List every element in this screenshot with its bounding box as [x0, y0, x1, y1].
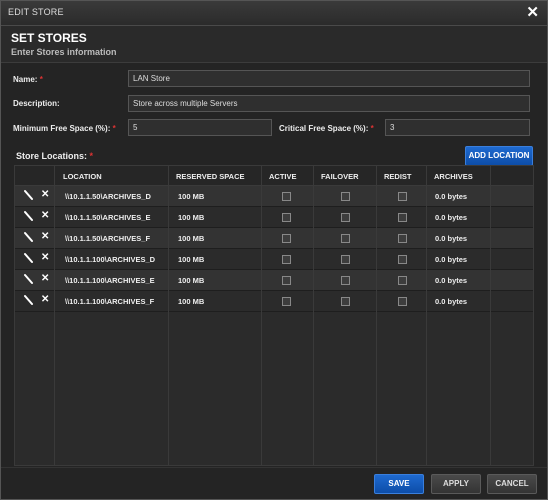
failover-checkbox[interactable]	[341, 213, 350, 222]
table-row[interactable]: ✕ \\10.1.1.50\ARCHIVES_D 100 MB 0.0 bytes	[15, 186, 533, 207]
min-free-required-mark: *	[112, 124, 116, 133]
pencil-icon[interactable]	[24, 294, 34, 306]
description-label: Description:	[13, 99, 60, 108]
redist-checkbox[interactable]	[398, 192, 407, 201]
edit-store-dialog: EDIT STORE ✕ SET STORES Enter Stores inf…	[0, 0, 548, 500]
close-icon[interactable]: ✕	[41, 232, 49, 242]
col-divider	[426, 166, 427, 465]
close-icon[interactable]: ✕	[41, 253, 49, 263]
crit-free-label-text: Critical Free Space (%):	[279, 124, 369, 133]
col-failover[interactable]: FAILOVER	[321, 172, 359, 181]
reserved-space-cell: 100 MB	[178, 276, 205, 285]
failover-checkbox[interactable]	[341, 255, 350, 264]
failover-checkbox[interactable]	[341, 297, 350, 306]
archives-cell: 0.0 bytes	[435, 213, 468, 222]
table-row[interactable]: ✕ \\10.1.1.100\ARCHIVES_E 100 MB 0.0 bytes	[15, 270, 533, 291]
archives-cell: 0.0 bytes	[435, 297, 468, 306]
reserved-space-cell: 100 MB	[178, 255, 205, 264]
redist-checkbox[interactable]	[398, 276, 407, 285]
location-cell: \\10.1.1.100\ARCHIVES_E	[65, 276, 155, 285]
archives-cell: 0.0 bytes	[435, 276, 468, 285]
table-header: LOCATION RESERVED SPACE ACTIVE FAILOVER …	[15, 166, 533, 186]
cancel-button[interactable]: CANCEL	[487, 474, 537, 494]
active-checkbox[interactable]	[282, 192, 291, 201]
archives-cell: 0.0 bytes	[435, 255, 468, 264]
active-checkbox[interactable]	[282, 297, 291, 306]
name-field[interactable]: LAN Store	[128, 70, 530, 87]
close-dialog-icon[interactable]: ✕	[526, 4, 539, 21]
store-locations-label: Store Locations: *	[16, 151, 93, 161]
store-locations-label-text: Store Locations:	[16, 151, 88, 161]
pencil-icon[interactable]	[24, 231, 34, 243]
close-icon[interactable]: ✕	[41, 211, 49, 221]
table-row[interactable]: ✕ \\10.1.1.100\ARCHIVES_D 100 MB 0.0 bytes	[15, 249, 533, 270]
close-icon[interactable]: ✕	[41, 190, 49, 200]
redist-checkbox[interactable]	[398, 255, 407, 264]
archives-cell: 0.0 bytes	[435, 192, 468, 201]
store-locations-table: LOCATION RESERVED SPACE ACTIVE FAILOVER …	[14, 165, 534, 466]
crit-free-space-field[interactable]: 3	[385, 119, 530, 136]
failover-checkbox[interactable]	[341, 234, 350, 243]
location-cell: \\10.1.1.50\ARCHIVES_F	[65, 234, 151, 243]
apply-button[interactable]: APPLY	[431, 474, 481, 494]
name-label-text: Name:	[13, 75, 38, 84]
col-location[interactable]: LOCATION	[63, 172, 102, 181]
col-divider	[168, 166, 169, 465]
reserved-space-cell: 100 MB	[178, 213, 205, 222]
location-cell: \\10.1.1.100\ARCHIVES_D	[65, 255, 156, 264]
name-label: Name: *	[13, 75, 43, 84]
active-checkbox[interactable]	[282, 234, 291, 243]
location-cell: \\10.1.1.50\ARCHIVES_D	[65, 192, 151, 201]
locations-required-mark: *	[89, 151, 94, 161]
reserved-space-cell: 100 MB	[178, 192, 205, 201]
dialog-titlebar[interactable]: EDIT STORE ✕	[1, 1, 547, 26]
pencil-icon[interactable]	[24, 189, 34, 201]
col-divider	[376, 166, 377, 465]
redist-checkbox[interactable]	[398, 234, 407, 243]
location-cell: \\10.1.1.50\ARCHIVES_E	[65, 213, 151, 222]
col-divider	[490, 166, 491, 465]
failover-checkbox[interactable]	[341, 276, 350, 285]
table-row[interactable]: ✕ \\10.1.1.100\ARCHIVES_F 100 MB 0.0 bytes	[15, 291, 533, 312]
name-required-mark: *	[39, 75, 43, 84]
col-divider	[261, 166, 262, 465]
min-free-label-text: Minimum Free Space (%):	[13, 124, 111, 133]
reserved-space-cell: 100 MB	[178, 297, 205, 306]
header-subtitle: Enter Stores information	[11, 47, 117, 57]
active-checkbox[interactable]	[282, 255, 291, 264]
table-row[interactable]: ✕ \\10.1.1.50\ARCHIVES_F 100 MB 0.0 bytes	[15, 228, 533, 249]
col-redist[interactable]: REDIST	[384, 172, 412, 181]
active-checkbox[interactable]	[282, 213, 291, 222]
active-checkbox[interactable]	[282, 276, 291, 285]
crit-free-label: Critical Free Space (%): *	[279, 124, 374, 133]
col-divider	[313, 166, 314, 465]
location-cell: \\10.1.1.100\ARCHIVES_F	[65, 297, 155, 306]
redist-checkbox[interactable]	[398, 297, 407, 306]
min-free-label: Minimum Free Space (%): *	[13, 124, 116, 133]
archives-cell: 0.0 bytes	[435, 234, 468, 243]
close-icon[interactable]: ✕	[41, 295, 49, 305]
failover-checkbox[interactable]	[341, 192, 350, 201]
dialog-header: SET STORES Enter Stores information	[1, 26, 547, 63]
min-free-space-field[interactable]: 5	[128, 119, 272, 136]
pencil-icon[interactable]	[24, 252, 34, 264]
redist-checkbox[interactable]	[398, 213, 407, 222]
add-location-button[interactable]: ADD LOCATION	[465, 146, 533, 166]
table-row[interactable]: ✕ \\10.1.1.50\ARCHIVES_E 100 MB 0.0 bytes	[15, 207, 533, 228]
pencil-icon[interactable]	[24, 210, 34, 222]
pencil-icon[interactable]	[24, 273, 34, 285]
header-title: SET STORES	[11, 31, 87, 45]
reserved-space-cell: 100 MB	[178, 234, 205, 243]
col-divider	[54, 166, 55, 465]
close-icon[interactable]: ✕	[41, 274, 49, 284]
description-field[interactable]: Store across multiple Servers	[128, 95, 530, 112]
save-button[interactable]: SAVE	[374, 474, 424, 494]
col-reserved-space[interactable]: RESERVED SPACE	[176, 172, 245, 181]
footer-divider	[1, 467, 547, 468]
col-active[interactable]: ACTIVE	[269, 172, 297, 181]
col-archives[interactable]: ARCHIVES	[434, 172, 473, 181]
crit-free-required-mark: *	[370, 124, 374, 133]
dialog-title: EDIT STORE	[8, 7, 64, 17]
